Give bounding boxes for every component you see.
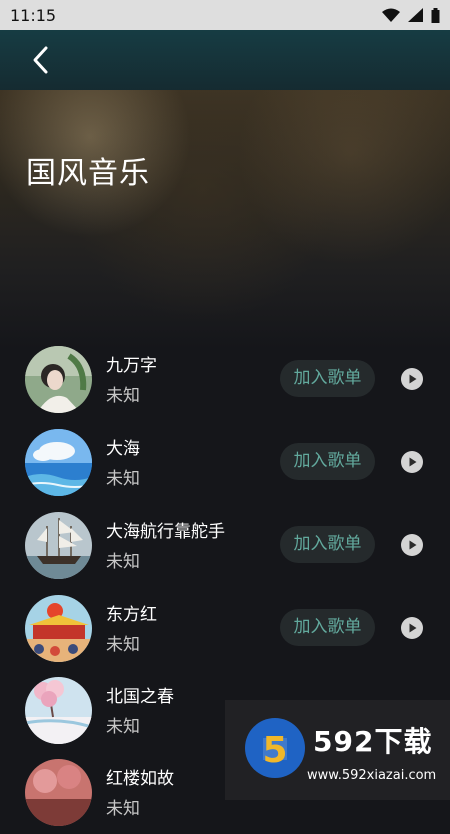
song-artist: 未知	[106, 469, 140, 489]
watermark: 5 592下载 www.592xiazai.com	[225, 700, 450, 800]
song-artist: 未知	[106, 717, 140, 737]
play-icon[interactable]	[401, 617, 423, 639]
song-artist: 未知	[106, 635, 140, 655]
add-to-playlist-button[interactable]: 加入歌单	[280, 526, 375, 563]
watermark-url: www.592xiazai.com	[307, 768, 437, 783]
song-title: 大海航行靠舵手	[106, 522, 225, 542]
song-artist: 未知	[106, 799, 140, 819]
song-item[interactable]: 大海航行靠舵手 未知 加入歌单	[0, 505, 450, 587]
watermark-brand: 592下载	[313, 725, 433, 758]
play-icon[interactable]	[401, 368, 423, 390]
signal-icon	[408, 8, 423, 22]
hero-banner	[0, 90, 450, 350]
song-title: 红楼如故	[106, 769, 174, 789]
song-cover	[25, 429, 92, 496]
add-to-playlist-button[interactable]: 加入歌单	[280, 609, 375, 646]
status-icons	[382, 7, 440, 23]
song-item[interactable]: 九万字 未知 加入歌单	[0, 339, 450, 421]
song-title: 九万字	[106, 356, 157, 376]
song-cover	[25, 512, 92, 579]
status-time: 11:15	[10, 5, 57, 25]
status-bar: 11:15	[0, 0, 450, 30]
app-header	[0, 30, 450, 90]
battery-icon	[431, 7, 440, 23]
song-title: 东方红	[106, 605, 157, 625]
song-title: 大海	[106, 439, 140, 459]
song-title: 北国之春	[106, 687, 174, 707]
wifi-icon	[382, 8, 400, 22]
song-cover	[25, 346, 92, 413]
add-to-playlist-button[interactable]: 加入歌单	[280, 360, 375, 397]
play-icon[interactable]	[401, 451, 423, 473]
add-to-playlist-button[interactable]: 加入歌单	[280, 443, 375, 480]
page-title: 国风音乐	[26, 156, 150, 191]
back-icon[interactable]	[26, 44, 56, 76]
svg-text:5: 5	[262, 730, 287, 771]
song-cover	[25, 595, 92, 662]
song-cover	[25, 759, 92, 826]
play-icon[interactable]	[401, 534, 423, 556]
song-cover	[25, 677, 92, 744]
song-artist: 未知	[106, 386, 140, 406]
song-artist: 未知	[106, 552, 140, 572]
song-item[interactable]: 大海 未知 加入歌单	[0, 422, 450, 504]
song-item[interactable]: 东方红 未知 加入歌单	[0, 588, 450, 670]
